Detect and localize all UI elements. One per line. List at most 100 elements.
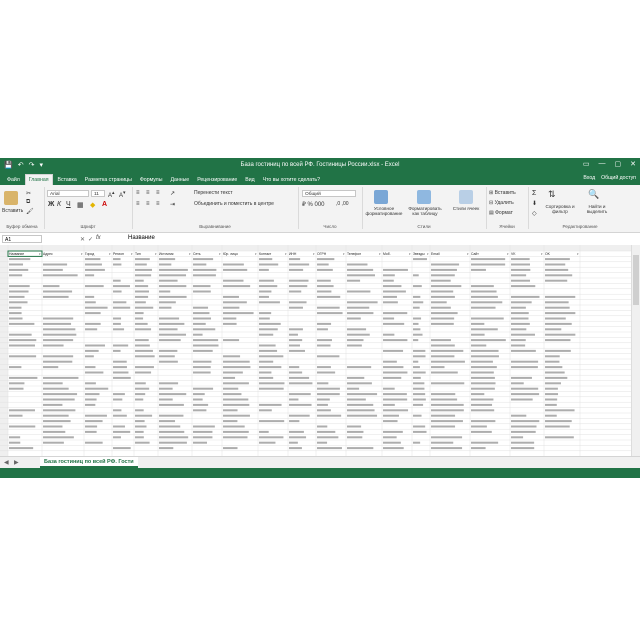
cell-text[interactable] — [85, 398, 97, 401]
tab-page-layout[interactable]: Разметка страницы — [82, 175, 135, 185]
cell-text[interactable] — [471, 268, 486, 271]
cell-text[interactable] — [223, 403, 250, 406]
header-cell[interactable]: Источник — [159, 252, 174, 256]
cell-text[interactable] — [113, 306, 131, 309]
cell-text[interactable] — [223, 425, 245, 428]
cell-text[interactable] — [223, 366, 251, 369]
cell-text[interactable] — [259, 290, 272, 293]
cell-text[interactable] — [43, 290, 73, 293]
cell-text[interactable] — [347, 414, 378, 417]
cell-text[interactable] — [545, 328, 562, 331]
cell-text[interactable] — [545, 268, 569, 271]
cell-text[interactable] — [9, 447, 34, 450]
cell-text[interactable] — [317, 263, 329, 266]
cell-text[interactable] — [223, 409, 238, 412]
cell-text[interactable] — [347, 290, 371, 293]
find-select-button[interactable]: Найти и выделить — [580, 204, 614, 214]
cell-text[interactable] — [159, 301, 176, 304]
cell-text[interactable] — [113, 409, 122, 412]
cell-text[interactable] — [383, 268, 408, 271]
cell-text[interactable] — [545, 387, 558, 390]
cell-text[interactable] — [85, 366, 96, 369]
cell-text[interactable] — [317, 306, 340, 309]
cell-text[interactable] — [9, 322, 35, 325]
filter-icon[interactable]: ▾ — [131, 252, 133, 256]
vertical-scrollbar[interactable] — [631, 245, 640, 456]
cell-text[interactable] — [471, 398, 494, 401]
header-cell[interactable]: Email — [431, 252, 440, 256]
cell-text[interactable] — [471, 425, 487, 428]
cell-text[interactable] — [193, 333, 203, 336]
header-cell[interactable]: Тип — [135, 252, 141, 256]
cell-text[interactable] — [113, 376, 131, 379]
cell-text[interactable] — [347, 376, 365, 379]
cell-text[interactable] — [135, 425, 147, 428]
cell-text[interactable] — [85, 328, 98, 331]
cell-text[interactable] — [135, 366, 154, 369]
cell-text[interactable] — [545, 398, 558, 401]
cell-text[interactable] — [471, 393, 485, 396]
cell-text[interactable] — [159, 295, 187, 298]
cell-text[interactable] — [113, 414, 127, 417]
cell-text[interactable] — [223, 436, 248, 439]
cell-text[interactable] — [383, 414, 399, 417]
scroll-thumb[interactable] — [633, 255, 639, 305]
cell-text[interactable] — [43, 295, 69, 298]
align-right-icon[interactable]: ≡ — [156, 201, 160, 207]
cell-text[interactable] — [193, 371, 211, 374]
cell-text[interactable] — [289, 371, 303, 374]
cell-text[interactable] — [413, 414, 422, 417]
cell-text[interactable] — [193, 312, 210, 315]
cell-text[interactable] — [135, 387, 150, 390]
cell-text[interactable] — [135, 322, 148, 325]
cell-text[interactable] — [289, 420, 300, 423]
cell-text[interactable] — [259, 409, 272, 412]
cell-text[interactable] — [259, 382, 285, 385]
cell-text[interactable] — [289, 258, 301, 261]
cell-text[interactable] — [113, 366, 127, 369]
italic-icon[interactable]: К — [57, 201, 61, 208]
cell-text[interactable] — [431, 436, 463, 439]
cell-text[interactable] — [9, 425, 36, 428]
cell-text[interactable] — [259, 333, 274, 336]
cell-text[interactable] — [159, 425, 181, 428]
cell-text[interactable] — [223, 360, 250, 363]
cell-text[interactable] — [159, 441, 187, 444]
cell-text[interactable] — [223, 312, 254, 315]
cell-text[interactable] — [259, 312, 272, 315]
cell-text[interactable] — [383, 398, 408, 401]
tell-me-search[interactable]: Что вы хотите сделать? — [260, 175, 323, 185]
cell-text[interactable] — [413, 333, 423, 336]
cell-text[interactable] — [471, 376, 495, 379]
cell-text[interactable] — [223, 387, 239, 390]
cell-text[interactable] — [289, 333, 298, 336]
cell-text[interactable] — [347, 301, 378, 304]
cell-text[interactable] — [193, 387, 214, 390]
cell-text[interactable] — [43, 322, 72, 325]
cell-text[interactable] — [193, 306, 209, 309]
cell-text[interactable] — [159, 285, 187, 288]
cell-text[interactable] — [159, 279, 178, 282]
fx-label[interactable]: fx — [96, 235, 101, 241]
cell-text[interactable] — [545, 355, 560, 358]
cell-text[interactable] — [545, 420, 572, 423]
cell-text[interactable] — [431, 322, 454, 325]
cell-text[interactable] — [471, 263, 506, 266]
cell-text[interactable] — [43, 436, 74, 439]
signin-link[interactable]: Вход — [583, 175, 595, 181]
cell-text[interactable] — [545, 274, 573, 277]
align-top-icon[interactable]: ≡ — [136, 190, 140, 196]
cell-text[interactable] — [471, 371, 494, 374]
cell-text[interactable] — [223, 430, 249, 433]
cell-text[interactable] — [259, 295, 269, 298]
cell-text[interactable] — [511, 295, 540, 298]
cell-text[interactable] — [511, 322, 530, 325]
cell-text[interactable] — [471, 409, 495, 412]
cell-text[interactable] — [223, 420, 238, 423]
cell-text[interactable] — [135, 430, 144, 433]
cell-text[interactable] — [545, 317, 566, 320]
formula-input[interactable]: Название — [128, 235, 155, 241]
cell-text[interactable] — [9, 441, 21, 444]
cell-text[interactable] — [259, 279, 274, 282]
currency-icon[interactable]: ₽ % 000 — [302, 201, 325, 208]
